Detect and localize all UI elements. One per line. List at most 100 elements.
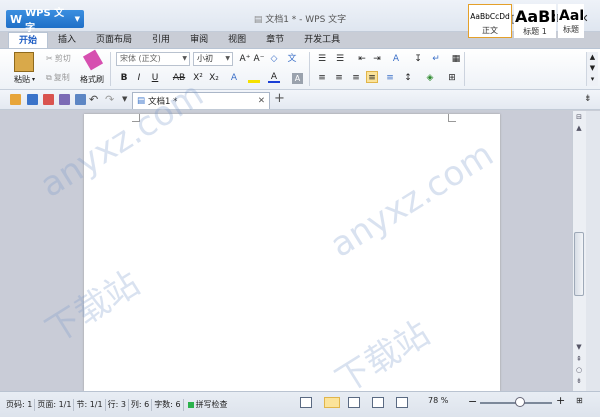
- zoom-slider-thumb[interactable]: [514, 397, 525, 407]
- scroll-down-icon[interactable]: ▼: [575, 343, 583, 351]
- strikethrough-button[interactable]: AB: [170, 72, 188, 84]
- clear-format-icon[interactable]: ◇: [268, 53, 280, 65]
- copy-icon: ⧉: [46, 72, 52, 82]
- scissors-icon: ✂: [46, 54, 53, 63]
- document-area: [0, 111, 572, 391]
- borders-icon[interactable]: ⊞: [446, 72, 458, 84]
- styles-scroll[interactable]: ▲ ▼ ▾: [586, 52, 598, 86]
- tab-developer[interactable]: 开发工具: [294, 32, 350, 48]
- show-marks-icon[interactable]: ↵: [430, 53, 442, 65]
- spell-check-toggle[interactable]: 拼写检查: [184, 399, 228, 410]
- increase-indent-icon[interactable]: ⇥: [371, 53, 383, 65]
- bullets-icon[interactable]: ☰: [316, 53, 328, 65]
- check-status-icon: [187, 401, 194, 408]
- reading-view-icon[interactable]: [396, 397, 408, 408]
- char-shading-button[interactable]: A: [292, 73, 303, 84]
- decrease-indent-icon[interactable]: ⇤: [356, 53, 368, 65]
- chevron-down-icon: ▼: [225, 55, 230, 62]
- align-left-icon[interactable]: ≡: [316, 72, 328, 84]
- status-pages: 页面: 1/1: [35, 398, 75, 411]
- cut-button[interactable]: ✂ 剪切: [46, 53, 71, 64]
- save-icon[interactable]: [27, 94, 38, 105]
- tab-review[interactable]: 审阅: [180, 32, 218, 48]
- document-icon: ▤: [137, 96, 146, 106]
- toolbar-options-icon[interactable]: ⇟: [584, 94, 592, 104]
- highlight-icon[interactable]: [248, 73, 260, 83]
- scroll-up-icon[interactable]: ▲: [575, 124, 583, 132]
- tab-insert[interactable]: 插入: [48, 32, 86, 48]
- select-browse-icon[interactable]: ○: [575, 366, 583, 374]
- style-heading-2[interactable]: AaB 标题: [558, 4, 584, 38]
- export-pdf-icon[interactable]: [43, 94, 54, 105]
- style-normal[interactable]: AaBbCcDd 正文: [468, 4, 512, 38]
- copy-button[interactable]: ⧉ 复制: [46, 72, 70, 83]
- font-size-select[interactable]: 小初 ▼: [193, 52, 233, 66]
- margin-mark: [448, 114, 456, 122]
- outline-view-icon[interactable]: [348, 397, 360, 408]
- paste-icon[interactable]: [14, 52, 34, 72]
- sort-icon[interactable]: ↧: [412, 53, 424, 65]
- web-view-icon[interactable]: [372, 397, 384, 408]
- line-spacing-icon[interactable]: ↕: [402, 72, 414, 84]
- shrink-font-button[interactable]: A⁻: [253, 53, 265, 65]
- divider: [464, 52, 465, 86]
- scroll-thumb[interactable]: [574, 232, 584, 296]
- underline-button[interactable]: U: [149, 72, 161, 84]
- chevron-down-icon: ▼: [182, 55, 187, 62]
- prev-page-icon[interactable]: ⇞: [575, 355, 583, 363]
- zoom-out-button[interactable]: −: [468, 395, 477, 408]
- tab-page-layout[interactable]: 页面布局: [86, 32, 142, 48]
- page-view-icon[interactable]: [324, 397, 340, 408]
- tab-references[interactable]: 引用: [142, 32, 180, 48]
- align-center-icon[interactable]: ≡: [333, 72, 345, 84]
- align-right-icon[interactable]: ≡: [350, 72, 362, 84]
- bold-button[interactable]: B: [118, 72, 130, 84]
- paste-button[interactable]: 粘贴 ▾: [14, 74, 35, 85]
- undo-icon[interactable]: ↶: [89, 93, 98, 106]
- tab-home[interactable]: 开始: [8, 32, 49, 48]
- zoom-level: 78 %: [428, 396, 449, 405]
- new-tab-button[interactable]: +: [274, 91, 285, 106]
- text-effect-button[interactable]: A: [228, 72, 240, 84]
- ribbon-tabs: 开始 插入 页面布局 引用 审阅 视图 章节 开发工具: [8, 32, 350, 48]
- document-page[interactable]: [84, 114, 500, 391]
- justify-icon[interactable]: ≡: [366, 71, 378, 83]
- divider: [110, 52, 111, 86]
- margin-mark: [132, 114, 140, 122]
- redo-icon[interactable]: ↷: [105, 93, 114, 106]
- tab-view[interactable]: 视图: [218, 32, 256, 48]
- grow-font-button[interactable]: A⁺: [239, 53, 251, 65]
- status-section: 节: 1/1: [74, 398, 106, 411]
- print-preview-icon[interactable]: [75, 94, 86, 105]
- close-tab-icon[interactable]: ✕: [258, 96, 265, 106]
- subscript-button[interactable]: X₂: [208, 72, 220, 84]
- zoom-in-button[interactable]: +: [556, 394, 565, 407]
- distribute-icon[interactable]: ≡: [384, 72, 396, 84]
- font-family-select[interactable]: 宋体 (正文) ▼: [116, 52, 190, 66]
- shading-icon[interactable]: ◈: [424, 72, 436, 84]
- chinese-layout-icon[interactable]: A: [390, 53, 402, 65]
- chevron-down-icon[interactable]: ▼: [122, 95, 127, 103]
- print-icon[interactable]: [59, 94, 70, 105]
- divider: [309, 52, 310, 86]
- side-panel-strip: [586, 111, 600, 391]
- document-tab[interactable]: ▤ 文档1 * ✕: [132, 92, 270, 109]
- next-page-icon[interactable]: ⇟: [575, 377, 583, 385]
- tab-chapter[interactable]: 章节: [256, 32, 294, 48]
- status-page: 页码: 1: [4, 398, 36, 411]
- quick-access-toolbar: ↶ ↷ ▼ ▤ 文档1 * ✕ + ⇟: [0, 90, 600, 110]
- status-col: 列: 6: [129, 398, 153, 411]
- style-heading-1[interactable]: AaBb 标题 1: [514, 4, 556, 38]
- open-folder-icon[interactable]: [10, 94, 21, 105]
- full-screen-view-icon[interactable]: [300, 397, 312, 408]
- italic-button[interactable]: I: [133, 72, 145, 84]
- ruler-toggle-icon[interactable]: ⊟: [575, 113, 583, 121]
- phonetic-guide-button[interactable]: 文: [286, 53, 298, 65]
- status-row: 行: 3: [106, 398, 129, 411]
- numbering-icon[interactable]: ☰: [334, 53, 346, 65]
- status-options-icon[interactable]: ⊞: [576, 396, 583, 405]
- superscript-button[interactable]: X²: [192, 72, 204, 84]
- format-painter-button[interactable]: 格式刷: [80, 74, 104, 85]
- font-color-button[interactable]: A: [268, 71, 280, 83]
- table-icon[interactable]: ▦: [450, 53, 462, 65]
